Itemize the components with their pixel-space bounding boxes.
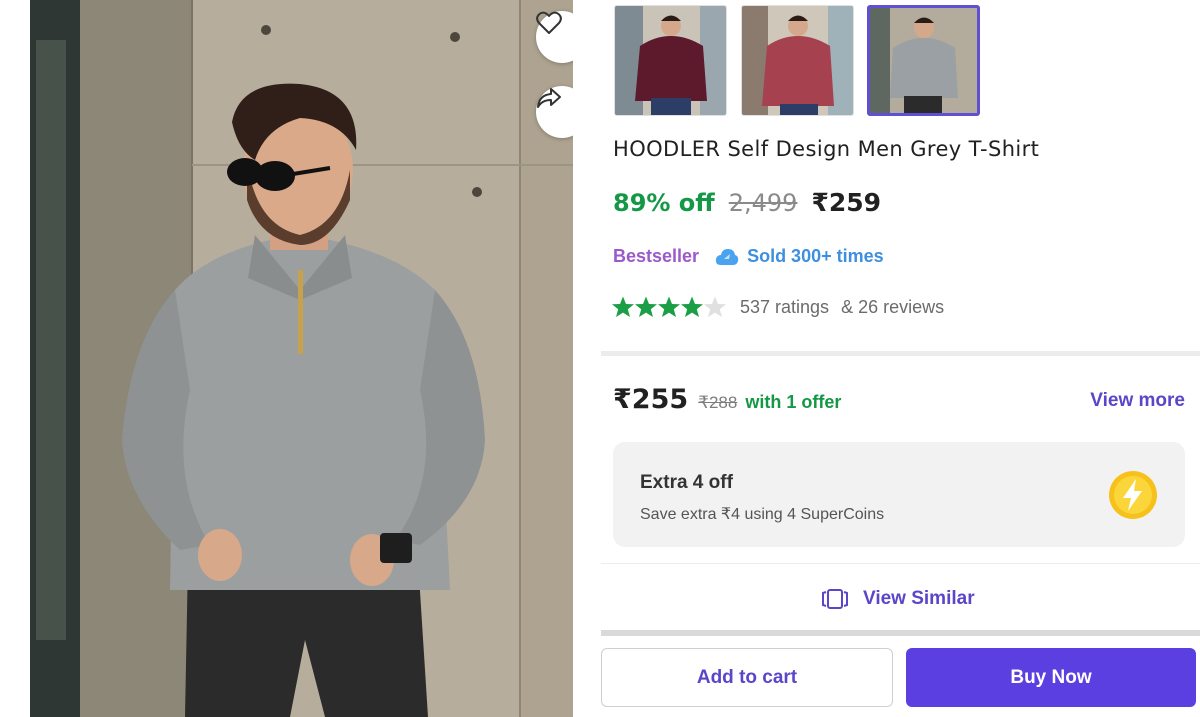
cloud-icon <box>715 248 739 265</box>
view-similar-label: View Similar <box>863 588 975 609</box>
model-photo <box>0 0 573 717</box>
ratings-count: 537 ratings <box>740 296 830 317</box>
thumbnail-maroon[interactable] <box>614 5 727 116</box>
view-similar-button[interactable]: View Similar <box>821 588 975 610</box>
section-divider <box>601 351 1200 356</box>
star-filled-icon <box>658 296 680 317</box>
star-empty-icon <box>704 296 726 317</box>
offer-count-text: with 1 offer <box>745 392 842 412</box>
thumbnail-grey[interactable] <box>867 5 980 116</box>
product-title: HOODLER Self Design Men Grey T-Shirt <box>613 137 1040 161</box>
rating-row[interactable]: 537 ratings & 26 reviews <box>611 295 944 319</box>
share-icon <box>537 88 561 108</box>
thumbnail-image <box>870 8 977 113</box>
supercoin-offer-card[interactable]: Extra 4 off Save extra ₹4 using 4 SuperC… <box>613 442 1185 547</box>
offer-price: ₹255 <box>613 384 689 415</box>
supercoin-title: Extra 4 off <box>640 472 733 493</box>
product-main-image[interactable] <box>0 0 573 717</box>
view-similar-icon <box>822 589 848 609</box>
sold-count-text: Sold 300+ times <box>747 246 884 266</box>
star-rating <box>611 295 726 319</box>
supercoin-subtitle: Save extra ₹4 using 4 SuperCoins <box>640 506 885 523</box>
original-price: 2,499 <box>728 189 798 217</box>
buy-now-button[interactable]: Buy Now <box>906 648 1196 707</box>
badges-row: Bestseller Sold 300+ times <box>613 246 884 267</box>
star-filled-icon <box>681 296 703 317</box>
offer-original-price: ₹288 <box>698 393 738 412</box>
sale-price: ₹259 <box>811 188 882 217</box>
product-details-panel: HOODLER Self Design Men Grey T-Shirt 89%… <box>573 0 1200 717</box>
bestseller-badge: Bestseller <box>613 246 700 266</box>
view-more-link[interactable]: View more <box>1090 390 1185 412</box>
price-row: 89% off 2,499 ₹259 <box>613 188 881 217</box>
lightning-coin-icon <box>1109 471 1157 519</box>
section-divider <box>601 563 1200 564</box>
thumbnail-image <box>742 6 853 115</box>
star-filled-icon <box>635 296 657 317</box>
section-divider <box>601 630 1200 636</box>
offer-price-row: ₹255 ₹288 with 1 offer <box>613 384 841 415</box>
star-filled-icon <box>612 296 634 317</box>
discount-percent: 89% off <box>613 189 715 217</box>
reviews-count: & 26 reviews <box>841 296 945 317</box>
sold-count-badge: Sold 300+ times <box>715 246 884 267</box>
thumbnail-red-wine[interactable] <box>741 5 854 116</box>
add-to-cart-button[interactable]: Add to cart <box>601 648 893 707</box>
heart-icon <box>536 11 562 34</box>
thumbnail-image <box>615 6 726 115</box>
